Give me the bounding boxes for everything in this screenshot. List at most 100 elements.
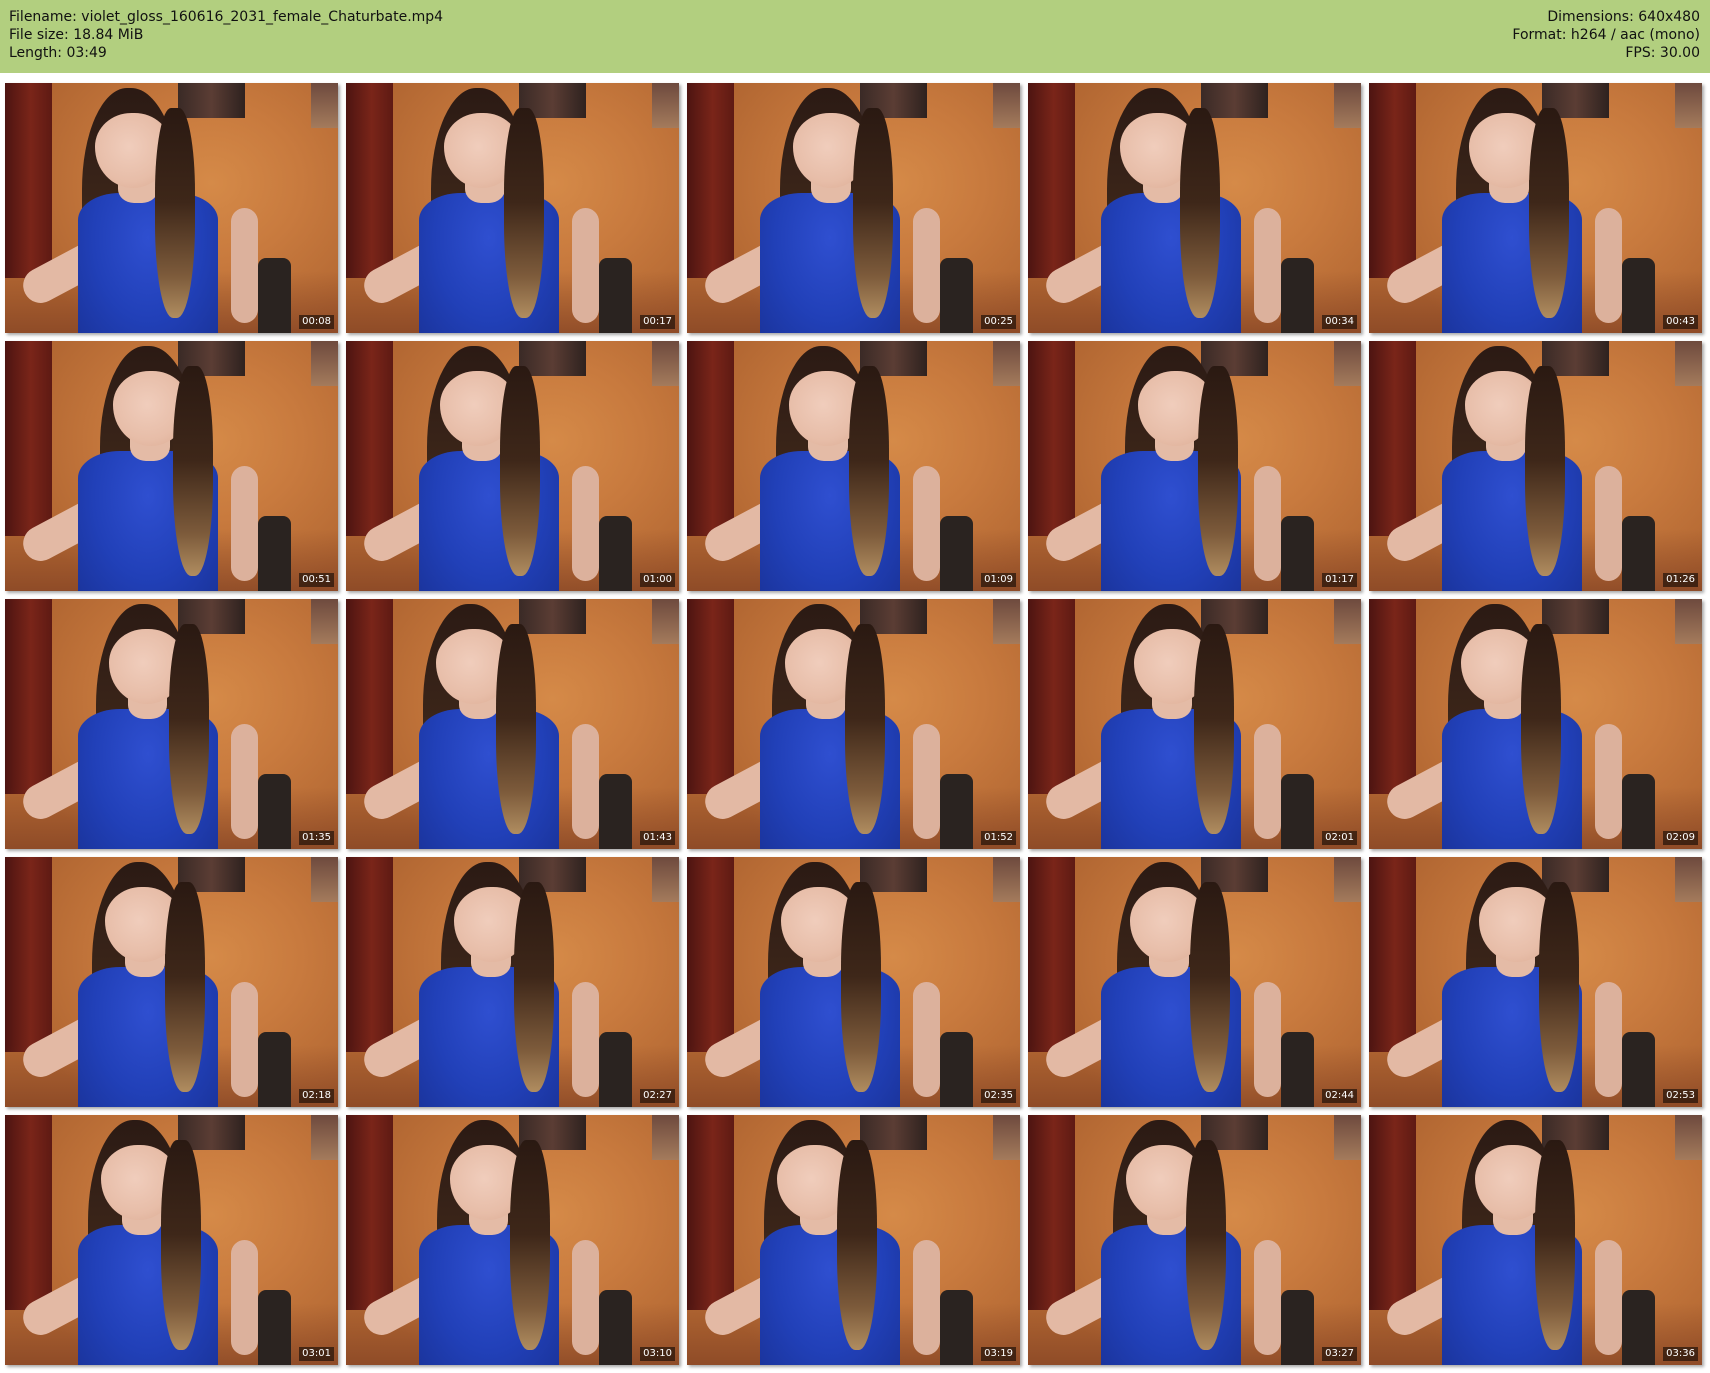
frame-poster2-shape [311, 1115, 338, 1160]
frame-poster2-shape [652, 83, 679, 128]
frame-arm2-shape [231, 208, 259, 323]
frame-lock-shape [160, 1140, 201, 1350]
frame-curtain-shape [346, 341, 393, 536]
fps-line: FPS: 30.00 [1625, 45, 1700, 61]
frame-poster2-shape [1334, 1115, 1361, 1160]
video-frame-thumbnail: 01:26 [1369, 341, 1702, 591]
frame-arm2-shape [1254, 724, 1282, 839]
frame-timestamp: 01:43 [640, 831, 675, 845]
frame-poster2-shape [652, 599, 679, 644]
frame-chair-shape [1622, 1290, 1656, 1365]
frame-lock-shape [172, 366, 213, 576]
frame-timestamp: 00:43 [1663, 315, 1698, 329]
frame-timestamp: 03:27 [1322, 1347, 1357, 1361]
frame-curtain-shape [5, 599, 52, 794]
format-line: Format: h264 / aac (mono) [1512, 27, 1700, 43]
info-header: Filename: violet_gloss_160616_2031_femal… [0, 0, 1710, 73]
frame-arm2-shape [913, 982, 941, 1097]
frame-curtain-shape [5, 857, 52, 1052]
frame-lock-shape [844, 624, 885, 834]
frame-curtain-shape [1369, 83, 1416, 278]
frame-poster2-shape [1675, 857, 1702, 902]
stream-info: Dimensions: 640x480 Format: h264 / aac (… [1512, 8, 1700, 62]
frame-timestamp: 02:01 [1322, 831, 1357, 845]
frame-shirt-shape [760, 1225, 901, 1365]
frame-chair-shape [1281, 1032, 1315, 1107]
video-frame-thumbnail: 02:09 [1369, 599, 1702, 849]
video-frame-thumbnail: 02:18 [5, 857, 338, 1107]
frame-poster2-shape [1675, 341, 1702, 386]
frame-timestamp: 00:25 [981, 315, 1016, 329]
dimensions-line: Dimensions: 640x480 [1547, 9, 1700, 25]
video-frame-thumbnail: 03:10 [346, 1115, 679, 1365]
frame-shirt-shape [78, 193, 219, 333]
frame-lock-shape [1538, 882, 1579, 1092]
frame-curtain-shape [1028, 857, 1075, 1052]
frame-arm2-shape [913, 1240, 941, 1355]
frame-chair-shape [1281, 1290, 1315, 1365]
video-frame-thumbnail: 00:43 [1369, 83, 1702, 333]
frame-timestamp: 03:36 [1663, 1347, 1698, 1361]
frame-chair-shape [940, 774, 974, 849]
video-frame-thumbnail: 01:52 [687, 599, 1020, 849]
frame-lock-shape [840, 882, 881, 1092]
frame-poster2-shape [1334, 341, 1361, 386]
frame-timestamp: 03:19 [981, 1347, 1016, 1361]
video-frame-thumbnail: 03:19 [687, 1115, 1020, 1365]
frame-arm2-shape [913, 724, 941, 839]
frame-lock-shape [1185, 1140, 1226, 1350]
video-frame-thumbnail: 03:01 [5, 1115, 338, 1365]
frame-poster2-shape [1334, 857, 1361, 902]
frame-lock-shape [1524, 366, 1565, 576]
frame-timestamp: 03:10 [640, 1347, 675, 1361]
frame-chair-shape [599, 258, 633, 333]
frame-poster2-shape [1334, 83, 1361, 128]
frame-timestamp: 01:09 [981, 573, 1016, 587]
frame-chair-shape [599, 1032, 633, 1107]
frame-shirt-shape [1442, 709, 1583, 849]
frame-chair-shape [258, 1290, 292, 1365]
frame-curtain-shape [1369, 1115, 1416, 1310]
frame-chair-shape [940, 516, 974, 591]
frame-poster-shape [519, 599, 586, 634]
frame-curtain-shape [1028, 1115, 1075, 1310]
file-size-line: File size: 18.84 MiB [9, 27, 144, 43]
frame-timestamp: 00:08 [299, 315, 334, 329]
frame-curtain-shape [687, 599, 734, 794]
frame-curtain-shape [1369, 599, 1416, 794]
video-frame-thumbnail: 02:53 [1369, 857, 1702, 1107]
frame-lock-shape [503, 108, 544, 318]
video-frame-thumbnail: 01:09 [687, 341, 1020, 591]
frame-curtain-shape [5, 1115, 52, 1310]
frame-poster2-shape [652, 1115, 679, 1160]
frame-timestamp: 02:09 [1663, 831, 1698, 845]
frame-timestamp: 00:51 [299, 573, 334, 587]
frame-lock-shape [1534, 1140, 1575, 1350]
frame-lock-shape [168, 624, 209, 834]
frame-lock-shape [1193, 624, 1234, 834]
frame-timestamp: 01:17 [1322, 573, 1357, 587]
video-frame-thumbnail: 00:34 [1028, 83, 1361, 333]
video-frame-thumbnail: 01:17 [1028, 341, 1361, 591]
frame-lock-shape [848, 366, 889, 576]
frame-chair-shape [1622, 1032, 1656, 1107]
video-frame-thumbnail: 00:25 [687, 83, 1020, 333]
frame-arm2-shape [1254, 982, 1282, 1097]
frame-timestamp: 02:35 [981, 1089, 1016, 1103]
video-frame-thumbnail: 02:27 [346, 857, 679, 1107]
frame-curtain-shape [1369, 857, 1416, 1052]
frame-curtain-shape [1369, 341, 1416, 536]
frame-lock-shape [499, 366, 540, 576]
frame-chair-shape [258, 774, 292, 849]
frame-chair-shape [599, 1290, 633, 1365]
frame-timestamp: 01:35 [299, 831, 334, 845]
frame-timestamp: 02:27 [640, 1089, 675, 1103]
frame-lock-shape [164, 882, 205, 1092]
frame-curtain-shape [1028, 341, 1075, 536]
frame-timestamp: 02:18 [299, 1089, 334, 1103]
frame-arm2-shape [1254, 1240, 1282, 1355]
frame-curtain-shape [687, 857, 734, 1052]
frame-poster2-shape [652, 857, 679, 902]
frame-arm2-shape [1595, 724, 1623, 839]
frame-chair-shape [1281, 516, 1315, 591]
